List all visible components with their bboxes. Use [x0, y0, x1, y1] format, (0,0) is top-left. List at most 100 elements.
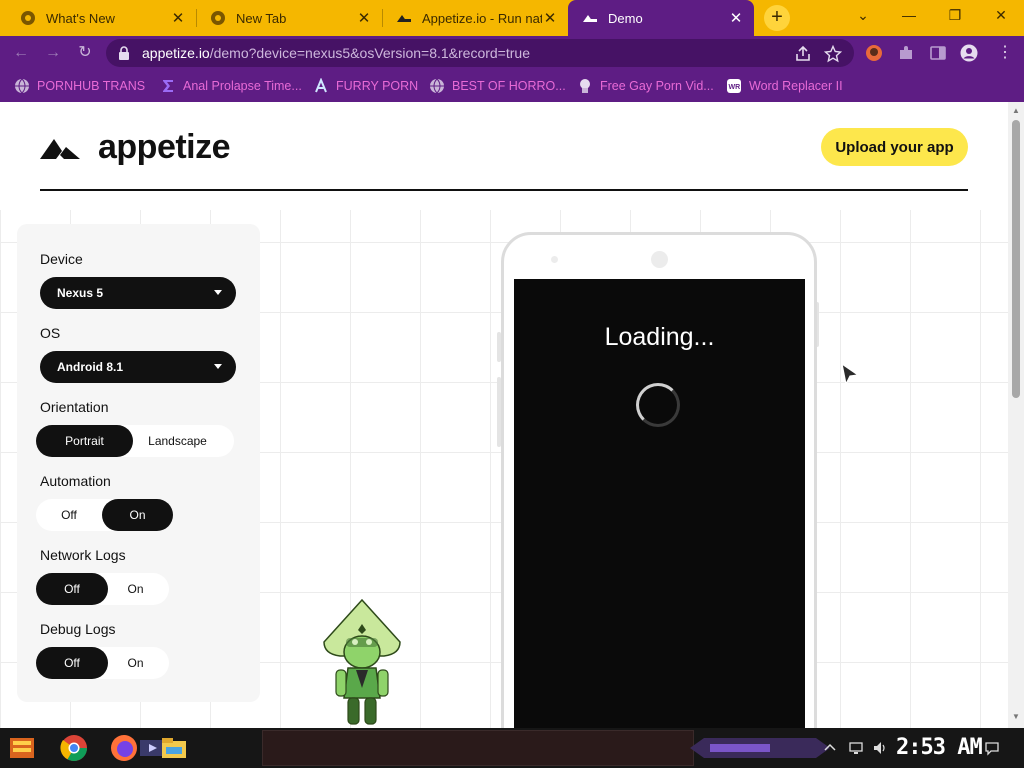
profile-icon[interactable] [960, 44, 978, 62]
bookmark-label: Word Replacer II [749, 79, 843, 93]
close-tab-icon[interactable]: ✕ [356, 9, 372, 27]
extensions-puzzle-icon[interactable] [897, 44, 915, 62]
sigma-icon [163, 80, 173, 92]
debug-logs-off-option[interactable]: Off [36, 647, 108, 679]
tab-title: New Tab [236, 10, 287, 26]
taskbar-window-strip[interactable] [262, 730, 694, 766]
globe-icon [430, 78, 444, 94]
scroll-up-icon[interactable]: ▲ [1008, 106, 1024, 115]
close-tab-icon[interactable]: ✕ [542, 9, 558, 27]
device-sensor [551, 256, 558, 263]
orientation-portrait-option[interactable]: Portrait [36, 425, 133, 457]
extension-avatar-icon[interactable] [865, 44, 883, 62]
bookmark-item[interactable]: Anal Prolapse Time... [160, 77, 302, 95]
orientation-landscape-option[interactable]: Landscape [133, 425, 222, 457]
os-select[interactable]: Android 8.1 [40, 351, 236, 383]
automation-toggle: Off On [36, 499, 173, 531]
share-icon[interactable] [794, 45, 812, 63]
minimize-button[interactable]: — [886, 0, 932, 30]
kebab-menu-icon[interactable]: ⋮ [994, 42, 1016, 64]
debug-logs-on-option[interactable]: On [108, 647, 163, 679]
network-logs-off-option[interactable]: Off [36, 573, 108, 605]
appetize-logo-icon [40, 138, 80, 159]
close-tab-icon[interactable]: ✕ [728, 9, 744, 27]
appetize-icon [397, 15, 411, 22]
volume-icon[interactable] [872, 740, 888, 756]
debug-logs-label: Debug Logs [40, 621, 116, 637]
bookmarks-bar: PORNHUB TRANS Anal Prolapse Time... FURR… [0, 70, 1024, 102]
start-icon[interactable] [6, 732, 38, 764]
chrome-icon[interactable] [58, 732, 90, 764]
mascot-icon [580, 79, 590, 93]
header-divider [40, 189, 968, 191]
bookmark-item[interactable]: FURRY PORN [313, 77, 418, 95]
automation-label: Automation [40, 473, 111, 489]
site-header: appetize Upload your app [0, 102, 1008, 210]
close-window-button[interactable]: ✕ [978, 0, 1024, 30]
tab-whats-new[interactable]: What's New ✕ [6, 0, 196, 36]
network-logs-label: Network Logs [40, 547, 126, 563]
tab-new-tab[interactable]: New Tab ✕ [196, 0, 382, 36]
taskbar-decoration [690, 738, 830, 758]
tray-chevron-up-icon[interactable] [822, 740, 838, 756]
device-camera [651, 251, 668, 268]
bookmark-label: Free Gay Porn Vid... [600, 79, 714, 93]
url-text: appetize.io/demo?device=nexus5&osVersion… [142, 45, 530, 61]
bookmark-label: BEST OF HORRO... [452, 79, 566, 93]
os-label: OS [40, 325, 61, 341]
scrollbar-thumb[interactable] [1012, 120, 1020, 398]
chrome-icon [21, 11, 35, 25]
device-settings-panel: Device Nexus 5 OS Android 8.1 Orientatio… [17, 224, 260, 702]
notification-icon[interactable] [984, 740, 1000, 756]
tab-demo[interactable]: Demo ✕ [568, 0, 754, 36]
appetize-logo[interactable]: appetize [40, 128, 231, 167]
page-scrollbar[interactable]: ▲ ▼ [1008, 102, 1024, 728]
network-icon[interactable] [848, 740, 864, 756]
tab-title: Appetize.io - Run nat [422, 10, 542, 26]
mouse-cursor-icon [841, 362, 860, 386]
bookmark-label: Anal Prolapse Time... [183, 79, 302, 93]
appetize-icon [583, 15, 597, 22]
side-panel-icon[interactable] [929, 44, 947, 62]
globe-icon [15, 78, 29, 94]
forward-icon[interactable]: → [42, 42, 64, 64]
tab-appetize[interactable]: Appetize.io - Run nat ✕ [382, 0, 568, 36]
file-explorer-icon[interactable] [158, 732, 190, 764]
tab-title: What's New [46, 10, 115, 26]
new-tab-button[interactable]: + [764, 5, 790, 31]
bookmark-item[interactable]: Free Gay Porn Vid... [577, 77, 714, 95]
network-logs-toggle: Off On [36, 573, 169, 605]
automation-on-option[interactable]: On [102, 499, 173, 531]
scroll-down-icon[interactable]: ▼ [1008, 712, 1024, 721]
orientation-toggle: Portrait Landscape [36, 425, 234, 457]
network-logs-on-option[interactable]: On [108, 573, 163, 605]
lock-icon[interactable] [118, 46, 130, 60]
orientation-label: Orientation [40, 399, 109, 415]
debug-logs-toggle: Off On [36, 647, 169, 679]
bookmark-star-icon[interactable] [824, 45, 842, 63]
reload-icon[interactable]: ↻ [74, 42, 96, 64]
caret-down-icon [214, 290, 222, 295]
bookmark-item[interactable]: PORNHUB TRANS [14, 77, 145, 95]
tab-title: Demo [608, 10, 643, 26]
chrome-icon [211, 11, 225, 25]
logo-wordmark: appetize [98, 128, 231, 166]
taskbar-clock[interactable]: 2:53 AM [896, 735, 983, 760]
upload-app-button[interactable]: Upload your app [821, 128, 968, 166]
page-content: appetize Upload your app Device Nexus 5 … [0, 102, 1008, 728]
device-select[interactable]: Nexus 5 [40, 277, 236, 309]
bookmark-label: PORNHUB TRANS [37, 79, 146, 93]
address-bar[interactable]: appetize.io/demo?device=nexus5&osVersion… [106, 39, 854, 67]
bookmark-item[interactable]: WR Word Replacer II [726, 77, 843, 95]
device-screen[interactable]: Loading... [514, 279, 805, 728]
close-tab-icon[interactable]: ✕ [170, 9, 186, 27]
restore-button[interactable]: ❐ [932, 0, 978, 30]
device-select-value: Nexus 5 [57, 286, 104, 300]
tab-search-icon[interactable]: ⌄ [840, 0, 886, 30]
svg-text:WR: WR [729, 84, 741, 91]
bookmark-item[interactable]: BEST OF HORRO... [429, 77, 566, 95]
bookmark-label: FURRY PORN [336, 79, 419, 93]
lambda-icon [315, 78, 327, 93]
automation-off-option[interactable]: Off [36, 499, 102, 531]
back-icon[interactable]: ← [10, 42, 32, 64]
